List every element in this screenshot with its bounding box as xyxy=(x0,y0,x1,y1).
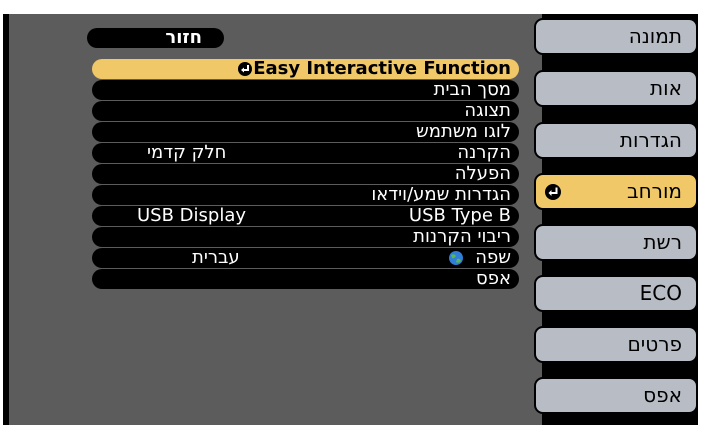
sidebar-item-eco[interactable]: ECO xyxy=(534,275,698,312)
enter-arrow-icon xyxy=(545,184,561,200)
sidebar-item-label: רשת xyxy=(643,230,682,254)
sidebar-item-label: מורחב xyxy=(627,179,682,203)
menu-item-user-logo[interactable]: לוגו משתמש xyxy=(92,122,519,142)
menu-item-av-settings[interactable]: הגדרות שמע/וידאו xyxy=(92,185,519,205)
globe-icon xyxy=(448,251,463,265)
menu-item-operation[interactable]: הפעלה xyxy=(92,164,519,184)
sidebar-item-label: אפס xyxy=(643,383,682,407)
sidebar-item-info[interactable]: פרטים xyxy=(534,326,698,363)
projector-screen: חזור Easy Interactive Function מסך הבית … xyxy=(3,14,698,425)
back-button[interactable]: חזור xyxy=(87,27,224,48)
submenu-panel: חזור Easy Interactive Function מסך הבית … xyxy=(9,14,542,425)
sidebar-item-image[interactable]: תמונה xyxy=(534,18,698,55)
menu-item-usb-type-b[interactable]: USB Type B USB Display xyxy=(92,206,519,226)
sidebar-item-label: תמונה xyxy=(628,24,682,48)
sidebar-item-network[interactable]: רשת xyxy=(534,224,698,261)
menu-item-easy-interactive[interactable]: Easy Interactive Function xyxy=(92,59,519,79)
menu-item-label: USB Type B xyxy=(408,206,511,226)
menu-item-label: ריבוי הקרנות xyxy=(413,227,511,247)
sidebar-item-label: פרטים xyxy=(627,332,683,356)
menu-item-value: עברית xyxy=(192,248,240,268)
menu-item-reset[interactable]: אפס xyxy=(92,269,519,289)
menu-item-display[interactable]: תצוגה xyxy=(92,101,519,121)
menu-item-label: Easy Interactive Function xyxy=(253,59,511,79)
enter-arrow-icon xyxy=(238,62,253,76)
menu-item-projection[interactable]: הקרנה חלק קדמי xyxy=(92,143,519,163)
sidebar-item-settings[interactable]: הגדרות xyxy=(534,122,698,159)
sidebar-item-reset[interactable]: אפס xyxy=(534,377,698,414)
menu-item-label: מסך הבית xyxy=(433,80,511,100)
menu-item-value: חלק קדמי xyxy=(147,143,227,163)
menu-item-value: USB Display xyxy=(137,206,247,226)
back-label: חזור xyxy=(165,27,202,48)
menu-item-label: שפה xyxy=(475,248,511,268)
menu-item-label: אפס xyxy=(476,269,511,289)
menu-item-label: לוגו משתמש xyxy=(416,122,511,142)
sidebar-item-label: אות xyxy=(650,76,682,100)
menu-item-label: הפעלה xyxy=(454,164,511,184)
sidebar-item-signal[interactable]: אות xyxy=(534,70,698,107)
menu-item-language[interactable]: שפה עברית xyxy=(92,248,519,268)
menu-item-multi-projection[interactable]: ריבוי הקרנות xyxy=(92,227,519,247)
sidebar-item-label: ECO xyxy=(639,281,682,305)
menu-item-label: תצוגה xyxy=(464,101,511,121)
sidebar-item-extended[interactable]: מורחב xyxy=(534,173,698,210)
menu-item-home-screen[interactable]: מסך הבית xyxy=(92,80,519,100)
sidebar-item-label: הגדרות xyxy=(619,128,682,152)
menu-item-label: הגדרות שמע/וידאו xyxy=(371,185,511,205)
menu-item-label: הקרנה xyxy=(457,143,511,163)
